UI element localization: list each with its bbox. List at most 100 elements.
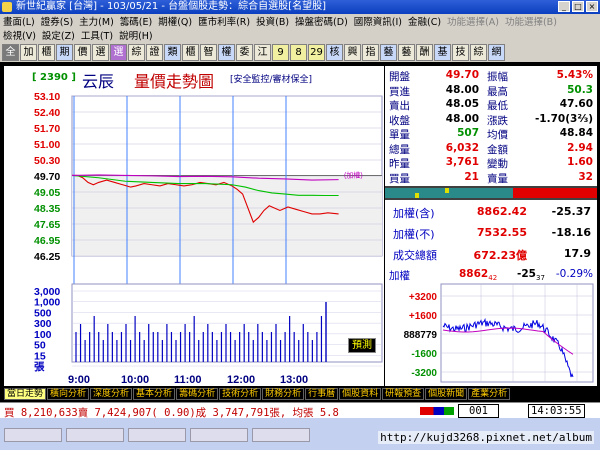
menu-item[interactable]: 國際資訊(I): [351, 14, 405, 28]
toolbar-button[interactable]: 委: [236, 43, 253, 61]
menu-item[interactable]: 畫面(L): [0, 14, 38, 28]
menu-item[interactable]: 證券(S): [38, 14, 76, 28]
taskbar-button[interactable]: [128, 428, 186, 442]
analysis-tab[interactable]: 財務分析: [262, 387, 305, 400]
volume-tick-label: 張: [34, 361, 45, 373]
menu-item[interactable]: 說明(H): [116, 28, 156, 42]
toolbar-button[interactable]: 藝: [380, 43, 397, 61]
menu-item[interactable]: 期權(Q): [155, 14, 195, 28]
toolbar-button[interactable]: 技: [452, 43, 469, 61]
toolbar-button[interactable]: 藝: [398, 43, 415, 61]
stock-code: [ 2390 ]: [32, 72, 76, 83]
forecast-button[interactable]: 預測: [348, 338, 376, 353]
toolbar-button[interactable]: 29: [308, 43, 325, 61]
toolbar-button[interactable]: 智: [200, 43, 217, 61]
menu-item[interactable]: 工具(T): [78, 28, 116, 42]
toolbar-button[interactable]: 基: [434, 43, 451, 61]
menu-item[interactable]: 檢視(V): [0, 28, 39, 42]
menu-item[interactable]: 功能選擇(A): [444, 14, 502, 28]
toolbar-button[interactable]: 興: [344, 43, 361, 61]
mini-plot-area: [440, 283, 594, 383]
quote-label: 變動: [487, 158, 508, 170]
mini-chart-percent: -0.29%: [555, 268, 593, 280]
taskbar-button[interactable]: [190, 428, 248, 442]
quote-label: 買量: [389, 172, 410, 185]
toolbar-button[interactable]: 指: [362, 43, 379, 61]
analysis-tab[interactable]: 研報預查: [382, 387, 425, 400]
analysis-tab[interactable]: 行事曆: [305, 387, 339, 400]
menu-item[interactable]: 設定(Z): [39, 28, 78, 42]
index-panel: 加權(含) 8862.42 -25.37 加權(不) 7532.55 -18.16 成交總額…: [385, 200, 597, 266]
toolbar-button[interactable]: 期: [56, 43, 73, 61]
analysis-tab[interactable]: 籌碼分析: [176, 387, 219, 400]
quote-value: 48.00: [445, 112, 479, 125]
quote-label: 振幅: [487, 71, 508, 83]
taskbar-button[interactable]: [252, 428, 310, 442]
toolbar-button[interactable]: 選: [92, 43, 109, 61]
index-change: -18.16: [551, 226, 591, 239]
index-mini-chart: +3200 +1600 888779 -1600 -3200: [404, 283, 594, 383]
taskbar-button[interactable]: [4, 428, 62, 442]
mini-tick-label: +3200: [409, 292, 438, 303]
reference-label: (加權): [344, 170, 363, 179]
toolbar-button[interactable]: 酬: [416, 43, 433, 61]
status-indicator: [420, 407, 454, 415]
analysis-tab[interactable]: 當日走勢: [4, 387, 47, 400]
quote-value: 47.60: [559, 98, 593, 110]
price-tick-label: 51.00: [34, 139, 60, 151]
analysis-tab[interactable]: 橫向分析: [47, 387, 90, 400]
toolbar-button[interactable]: 核: [326, 43, 343, 61]
bid-ask-bar-graphic: [385, 188, 597, 198]
quote-value: 32: [578, 170, 593, 183]
toolbar-button[interactable]: 類: [164, 43, 181, 61]
quote-value: 21: [464, 170, 479, 183]
menu-item[interactable]: 操盤密碼(D): [292, 14, 351, 28]
analysis-tab[interactable]: 基本分析: [133, 387, 176, 400]
toolbar-button[interactable]: 櫃: [38, 43, 55, 61]
analysis-tab[interactable]: 技術分析: [219, 387, 262, 400]
price-tick-label: 50.30: [34, 155, 60, 167]
toolbar-button[interactable]: 選: [110, 43, 127, 61]
group-code[interactable]: 001: [458, 404, 499, 418]
menu-item[interactable]: 金融(C): [405, 14, 444, 28]
toolbar-button[interactable]: 加: [20, 43, 37, 61]
minimize-button[interactable]: _: [558, 1, 570, 12]
analysis-tab[interactable]: 個股資料: [339, 387, 382, 400]
stock-name: 云辰: [82, 72, 115, 91]
toolbar-button[interactable]: 網: [488, 43, 505, 61]
menu-item[interactable]: 匯市利率(R): [195, 14, 253, 28]
quote-label: 收盤: [389, 114, 410, 127]
taskbar-button[interactable]: [66, 428, 124, 442]
analysis-tab[interactable]: 深度分析: [90, 387, 133, 400]
time-tick-label: 12:00: [227, 374, 255, 386]
toolbar-button[interactable]: 櫃: [182, 43, 199, 61]
toolbar-button[interactable]: 證: [146, 43, 163, 61]
time-tick-label: 13:00: [280, 374, 308, 386]
menu-item[interactable]: 主力(M): [76, 14, 117, 28]
price-tick-label: 46.95: [34, 235, 60, 247]
quote-row: 買進 48.00 最高 50.3: [385, 83, 597, 98]
toolbar-button[interactable]: 價: [74, 43, 91, 61]
maximize-button[interactable]: □: [572, 1, 584, 12]
analysis-tab[interactable]: 產業分析: [468, 387, 511, 400]
toolbar-button[interactable]: 綜: [470, 43, 487, 61]
toolbar-button[interactable]: 全: [2, 43, 19, 61]
close-button[interactable]: ×: [586, 1, 598, 12]
toolbar-button[interactable]: 8: [290, 43, 307, 61]
title-bar: 新世紀贏家 [台灣] - 103/05/21 - 台盤個股走勢：綜合自選股[名望…: [0, 0, 600, 14]
toolbar-button[interactable]: 9: [272, 43, 289, 61]
quote-value: 507: [457, 127, 479, 139]
menu-item[interactable]: 功能選擇(B): [502, 14, 560, 28]
time-tick-label: 9:00: [68, 374, 90, 386]
analysis-tab[interactable]: 個股新聞: [425, 387, 468, 400]
quote-label: 開盤: [389, 71, 410, 83]
toolbar-button[interactable]: 權: [218, 43, 235, 61]
menu-item[interactable]: 投資(B): [253, 14, 292, 28]
price-tick-label: 53.10: [34, 91, 60, 103]
quote-value: 5.43%: [556, 69, 593, 81]
mini-tick-label: +1600: [409, 311, 438, 322]
quote-value: 48.00: [445, 83, 479, 96]
toolbar-button[interactable]: 江: [254, 43, 271, 61]
menu-item[interactable]: 籌碼(E): [117, 14, 155, 28]
toolbar-button[interactable]: 綜: [128, 43, 145, 61]
